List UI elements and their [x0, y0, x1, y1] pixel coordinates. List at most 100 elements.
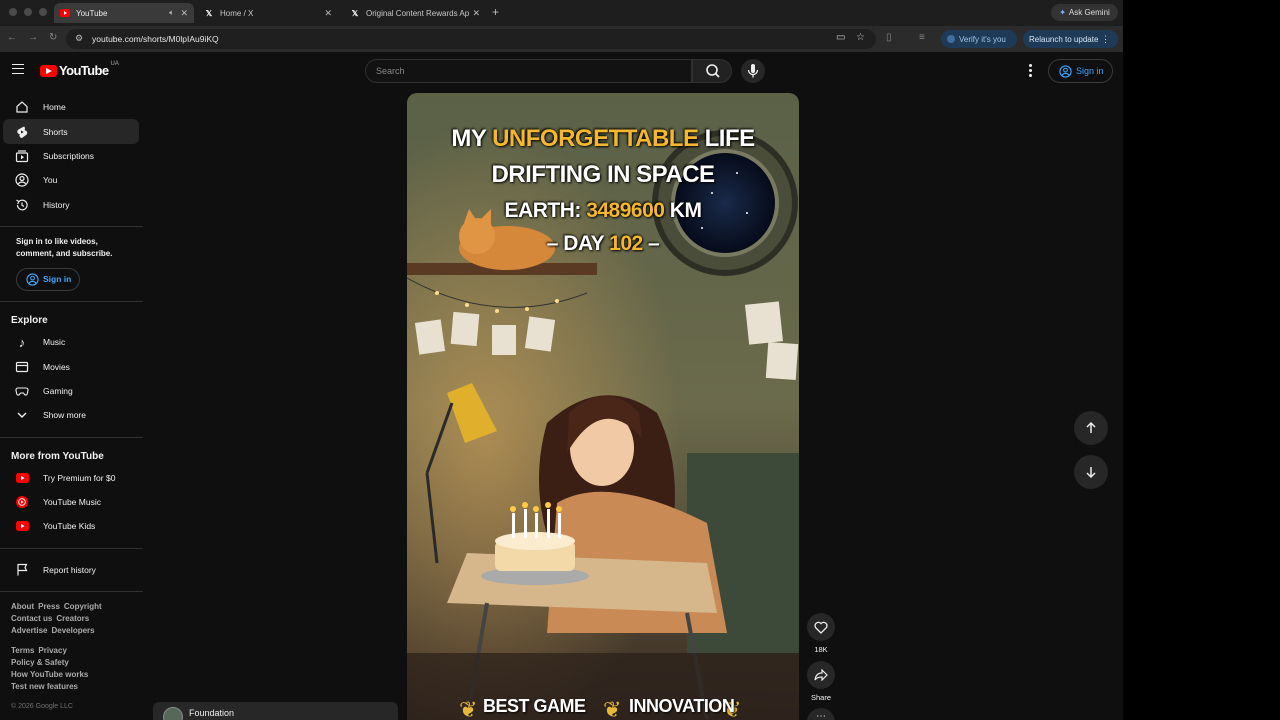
sidebar-item-label: YouTube Kids: [43, 521, 96, 532]
footer-link-terms[interactable]: Terms: [11, 646, 34, 655]
sidebar-item-you[interactable]: You: [3, 168, 139, 192]
sidebar-item-youtube-kids[interactable]: YouTube Kids: [3, 514, 139, 538]
menu-kebab-icon[interactable]: ⋮: [1101, 34, 1110, 45]
sidebar-item-shorts[interactable]: Shorts: [3, 119, 139, 144]
address-bar[interactable]: ⚙ youtube.com/shorts/M0lpIAu9iKQ: [66, 29, 876, 49]
next-short-button[interactable]: [1074, 455, 1108, 489]
sidebar-item-subscriptions[interactable]: Subscriptions: [3, 144, 139, 168]
share-arrow-icon: [814, 669, 828, 681]
sidebar-item-label: Shorts: [43, 126, 68, 137]
tab-x-home[interactable]: 𝕏 Home / X ✕: [198, 3, 338, 23]
verify-button[interactable]: Verify it's you: [941, 30, 1017, 48]
tab-x-rewards[interactable]: 𝕏 Original Content Rewards Ap ✕: [344, 3, 486, 23]
footer-link-press[interactable]: Press: [38, 602, 60, 611]
sidebar-item-report-history[interactable]: Report history: [3, 558, 139, 582]
explore-heading: Explore: [11, 314, 48, 326]
short-video-player[interactable]: ❦ ❦ ❦ MY UNFORGETTABLE LIFE DRIFTING IN …: [407, 93, 799, 720]
like-button[interactable]: [807, 613, 835, 641]
footer-link-contact[interactable]: Contact us: [11, 614, 52, 623]
footer-links-3: Advertise Developers: [0, 625, 143, 637]
sidebar-item-gaming[interactable]: Gaming: [3, 379, 139, 403]
settings-kebab-icon[interactable]: [1029, 64, 1033, 78]
footer-link-about[interactable]: About: [11, 602, 34, 611]
more-actions-button[interactable]: ⋯: [807, 708, 835, 720]
sidebar-item-label: Gaming: [43, 385, 73, 396]
sidebar-divider: [0, 591, 143, 593]
sidebar-item-history[interactable]: History: [3, 193, 139, 217]
footer-link-how-youtube-works[interactable]: How YouTube works: [0, 669, 143, 681]
sidebar-divider: [0, 436, 143, 438]
reading-list-icon[interactable]: ≡: [919, 32, 925, 43]
close-tab-icon[interactable]: ✕: [324, 8, 332, 19]
sidebar-item-youtube-music[interactable]: YouTube Music: [3, 490, 139, 514]
heart-icon: [814, 621, 828, 634]
voice-search-button[interactable]: [741, 59, 765, 83]
channel-chip[interactable]: Foundation: [153, 702, 398, 720]
tab-label: Original Content Rewards Ap: [366, 8, 470, 18]
relaunch-button[interactable]: Relaunch to update ⋮: [1023, 30, 1118, 48]
speaker-icon[interactable]: 🔈︎: [169, 8, 174, 18]
footer-link-copyright[interactable]: Copyright: [64, 602, 102, 611]
search-input[interactable]: Search: [365, 59, 692, 83]
window-controls[interactable]: [9, 8, 47, 16]
svg-text:❦: ❦: [459, 698, 477, 720]
previous-short-button[interactable]: [1074, 411, 1108, 445]
footer-link-policy[interactable]: Policy & Safety: [0, 657, 143, 669]
shorts-icon: [14, 124, 30, 140]
footer-link-privacy[interactable]: Privacy: [38, 646, 66, 655]
overlay-title-line-2: DRIFTING IN SPACE: [491, 161, 715, 188]
profile-avatar-icon: [947, 35, 955, 43]
close-tab-icon[interactable]: ✕: [472, 8, 480, 19]
sidebar-item-label: Subscriptions: [43, 150, 95, 161]
youtube-masthead: YouTube UA Search Sign in: [0, 52, 1123, 90]
footer-links-1: About Press Copyright: [0, 601, 143, 613]
guide-menu-icon[interactable]: [12, 64, 24, 74]
overlay-distance: EARTH: 3489600 KM: [504, 199, 702, 222]
sidebar-item-label: YouTube Music: [43, 497, 101, 508]
youtube-music-icon: [14, 494, 30, 510]
site-info-icon[interactable]: ⚙: [75, 33, 83, 44]
sidebar-item-label: History: [43, 199, 70, 210]
new-tab-icon[interactable]: +: [492, 5, 499, 19]
sidebar-item-movies[interactable]: Movies: [3, 354, 139, 378]
ask-gemini-button[interactable]: ✦ Ask Gemini: [1051, 4, 1118, 21]
flag-icon: [14, 562, 30, 578]
channel-name[interactable]: Foundation: [189, 708, 234, 718]
sidebar-sign-in-button[interactable]: Sign in: [16, 267, 80, 291]
forward-icon[interactable]: →: [28, 32, 38, 43]
footer-link-advertise[interactable]: Advertise: [11, 626, 47, 635]
logo-wordmark: YouTube: [59, 63, 109, 78]
bookmark-star-icon[interactable]: ☆: [856, 32, 865, 43]
channel-avatar[interactable]: [163, 707, 183, 720]
country-code: UA: [110, 60, 119, 67]
sidebar-item-show-more[interactable]: Show more: [3, 403, 139, 427]
youtube-play-icon: [40, 64, 57, 77]
browser-toolbar: ← → ↻ ⚙ youtube.com/shorts/M0lpIAu9iKQ ▭…: [0, 26, 1123, 52]
footer-link-creators[interactable]: Creators: [56, 614, 89, 623]
youtube-favicon-icon: [60, 8, 70, 18]
copyright-text: © 2026 Google LLC: [11, 703, 73, 711]
share-button[interactable]: [807, 661, 835, 689]
you-icon: [14, 172, 30, 188]
tab-youtube[interactable]: YouTube 🔈︎ ✕: [54, 3, 194, 23]
back-icon[interactable]: ←: [7, 32, 17, 43]
search-icon: [706, 64, 720, 78]
youtube-logo[interactable]: YouTube UA: [40, 60, 119, 78]
youtube-kids-icon: [14, 518, 30, 534]
sidebar-item-music[interactable]: ♪ Music: [3, 330, 139, 354]
reload-icon[interactable]: ↻: [49, 32, 57, 43]
footer-link-test-features[interactable]: Test new features: [0, 681, 143, 693]
close-tab-icon[interactable]: ✕: [180, 8, 188, 19]
account-circle-icon: [1059, 64, 1072, 78]
sign-in-button[interactable]: Sign in: [1048, 59, 1113, 83]
ask-gemini-label: Ask Gemini: [1068, 8, 1110, 17]
sidebar-divider: [0, 300, 143, 302]
sidepanel-icon[interactable]: ▯: [886, 32, 892, 43]
url-text[interactable]: youtube.com/shorts/M0lpIAu9iKQ: [92, 34, 219, 44]
guide-sidebar: Home Shorts Subscriptions You History Si…: [0, 95, 143, 710]
sidebar-item-premium[interactable]: Try Premium for $0: [3, 466, 139, 490]
sidebar-item-home[interactable]: Home: [3, 95, 139, 119]
footer-link-developers[interactable]: Developers: [51, 626, 94, 635]
search-button[interactable]: [692, 59, 732, 83]
install-app-icon[interactable]: ▭: [836, 32, 845, 43]
